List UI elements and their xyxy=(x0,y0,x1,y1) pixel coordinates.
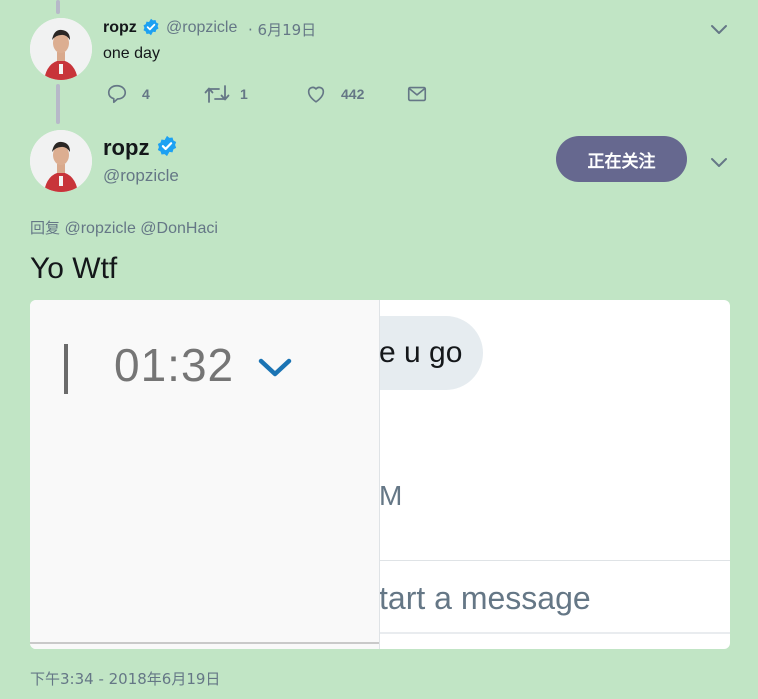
tweet-text: Yo Wtf xyxy=(30,252,118,285)
message-bubble-text: e u go xyxy=(379,336,463,369)
chevron-down-icon[interactable] xyxy=(710,22,728,36)
reply-context: 回复 @ropzicle @DonHaci xyxy=(30,217,218,238)
reply-count: 4 xyxy=(142,86,150,102)
reply-button[interactable]: 4 xyxy=(106,82,150,106)
author-name[interactable]: ropz xyxy=(103,19,137,37)
cursor-bar xyxy=(64,344,68,394)
like-button[interactable]: 442 xyxy=(305,82,364,106)
author-name[interactable]: ropz xyxy=(103,135,149,161)
dm-button[interactable] xyxy=(406,82,428,106)
tweet-text: one day xyxy=(103,45,160,62)
verified-badge-icon xyxy=(156,135,178,157)
tweet-timestamp[interactable]: 下午3:34 - 2018年6月19日 xyxy=(30,668,220,689)
chevron-down-icon xyxy=(258,356,292,385)
timer-display: 01:32 xyxy=(114,339,235,391)
compose-placeholder: tart a message xyxy=(379,580,591,616)
heart-icon xyxy=(305,83,327,105)
thread-line-bottom xyxy=(56,84,60,124)
reply-mentions[interactable]: @ropzicle @DonHaci xyxy=(64,220,217,237)
retweet-icon xyxy=(204,83,230,105)
media-left-panel: 01:32 xyxy=(30,300,380,649)
retweet-count: 1 xyxy=(240,86,248,102)
tweet-date[interactable]: · 6月19日 xyxy=(248,19,316,40)
verified-badge-icon xyxy=(142,18,160,36)
envelope-icon xyxy=(406,83,428,105)
avatar[interactable] xyxy=(30,130,92,192)
chevron-down-icon[interactable] xyxy=(710,155,728,169)
retweet-button[interactable]: 1 xyxy=(204,82,248,106)
following-button[interactable]: 正在关注 xyxy=(556,136,687,182)
author-handle[interactable]: @ropzicle xyxy=(103,166,179,186)
divider xyxy=(379,632,730,634)
reply-prefix: 回复 xyxy=(30,219,61,237)
divider xyxy=(30,642,379,644)
partial-text: M xyxy=(379,480,403,511)
divider xyxy=(379,560,730,561)
author-handle[interactable]: @ropzicle xyxy=(166,19,237,37)
tweet-media[interactable]: e u go M tart a message 01:32 xyxy=(30,300,730,649)
reply-icon xyxy=(106,83,128,105)
like-count: 442 xyxy=(341,86,365,102)
thread-line-top xyxy=(56,0,60,14)
avatar[interactable] xyxy=(30,18,92,80)
